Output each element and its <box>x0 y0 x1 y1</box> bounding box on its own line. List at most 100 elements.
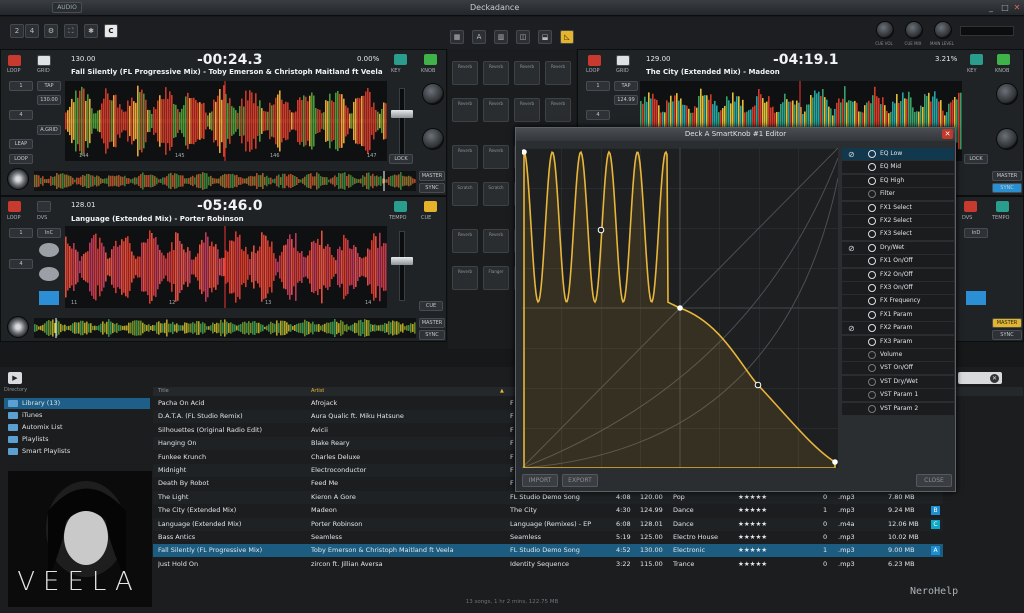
deck-b-smartknob-2[interactable] <box>996 128 1018 150</box>
table-row[interactable]: Just Hold On zircon ft. Jillian Aversa Ide… <box>153 558 943 571</box>
power-icon[interactable] <box>868 351 876 359</box>
power-icon[interactable] <box>868 337 876 346</box>
curve-point-1[interactable] <box>597 226 605 234</box>
deck-c-file-icon[interactable] <box>39 291 59 305</box>
deck-c-overview[interactable] <box>34 318 416 338</box>
link-icon[interactable]: ⊘ <box>848 324 855 333</box>
deck-c-master-button[interactable]: MASTER <box>419 318 445 328</box>
param-item[interactable]: VST On/Off <box>842 362 954 376</box>
fx-slot[interactable]: Reverb <box>545 61 571 85</box>
param-item[interactable]: FX2 Select <box>842 215 954 228</box>
center-tab-mixer-icon[interactable]: ⬓ <box>538 30 552 44</box>
deck-a-leap-button[interactable]: LEAP <box>9 139 33 149</box>
deck-count-4-button[interactable]: 4 <box>25 24 39 38</box>
clear-search-icon[interactable]: ✕ <box>990 374 999 383</box>
deck-a-bpm-field[interactable]: 130.00 <box>37 95 61 105</box>
col-artist[interactable]: Artist <box>311 388 324 394</box>
center-tab-grid-icon[interactable]: ▦ <box>450 30 464 44</box>
deck-b-loop-icon[interactable] <box>588 55 601 66</box>
table-row[interactable]: Fall Silently (FL Progressive Mix) Toby E… <box>153 544 943 558</box>
param-item[interactable]: FX1 On/Off <box>842 255 954 269</box>
power-icon[interactable] <box>868 176 876 185</box>
link-icon[interactable]: ⊘ <box>848 244 855 253</box>
power-icon[interactable] <box>868 391 876 400</box>
center-tab-columns-icon[interactable]: ▥ <box>494 30 508 44</box>
deck-b-bpm-field[interactable]: 124.99 <box>614 95 638 105</box>
close-window-button[interactable]: ✕ <box>1010 2 1024 13</box>
deck-a-loop-icon[interactable] <box>8 55 21 66</box>
deck-b-knob-icon[interactable] <box>997 54 1010 65</box>
main-level-knob[interactable] <box>934 21 952 39</box>
deck-b-master-button[interactable]: MASTER <box>992 171 1022 181</box>
curve-point-2[interactable] <box>677 305 683 311</box>
editor-titlebar[interactable]: Deck A SmartKnob #1 Editor ✕ <box>516 128 955 141</box>
deck-a-agrid-button[interactable]: A.GRID <box>37 125 61 135</box>
deck-a-overview[interactable] <box>34 171 416 191</box>
deck-b-key-icon[interactable] <box>970 54 983 65</box>
power-icon[interactable] <box>868 257 876 266</box>
fx-slot[interactable]: Reverb <box>483 98 509 122</box>
param-item[interactable]: FX1 Param <box>842 308 954 322</box>
deck-c-loop-size-1[interactable]: 1 <box>9 228 33 238</box>
deck-d-master-button[interactable]: MASTER <box>992 318 1022 328</box>
deck-c-loop-icon[interactable] <box>8 201 21 212</box>
sort-arrow-icon[interactable]: ▲ <box>500 388 504 394</box>
table-row[interactable]: The Light Kieron A Gore FL Studio Demo Son… <box>153 490 943 504</box>
directory-item[interactable]: iTunes <box>4 410 150 421</box>
directory-item[interactable]: Smart Playlists <box>4 446 150 457</box>
deck-a-loop-button[interactable]: LOOP <box>9 154 33 164</box>
power-icon[interactable] <box>868 324 876 333</box>
deck-c-vinyl-icon[interactable] <box>39 243 59 257</box>
audio-button[interactable]: AUDIO <box>52 2 82 13</box>
fullscreen-icon[interactable]: ⛶ <box>64 24 78 38</box>
deck-b-smartknob[interactable] <box>996 83 1018 105</box>
deck-a-platter[interactable] <box>7 168 29 190</box>
deck-b-loop-size-1[interactable]: 1 <box>586 81 610 91</box>
table-row[interactable]: Bass Antics Seamless Seamless 5:19 125.00 Ele… <box>153 531 943 544</box>
power-icon[interactable] <box>868 217 876 225</box>
curve-point-end[interactable] <box>832 459 838 465</box>
fx-slot[interactable]: Reverb <box>452 229 478 253</box>
deck-a-smartknob-2[interactable] <box>422 128 444 150</box>
editor-close-icon[interactable]: ✕ <box>942 129 953 139</box>
center-tab-a-icon[interactable]: A <box>472 30 486 44</box>
fx-slot[interactable]: Reverb <box>452 145 478 169</box>
deck-c-cd-icon[interactable] <box>39 267 59 281</box>
cue-mix-knob[interactable] <box>905 21 923 39</box>
deck-c-loop-size-4[interactable]: 4 <box>9 259 33 269</box>
directory-item[interactable]: Playlists <box>4 434 150 445</box>
deck-d-sync-button[interactable]: SYNC <box>992 330 1022 340</box>
power-icon[interactable] <box>868 270 876 279</box>
link-icon[interactable]: ⊘ <box>848 150 855 159</box>
power-icon[interactable] <box>868 163 876 172</box>
import-button[interactable]: IMPORT <box>522 474 558 487</box>
fx-slot[interactable]: Reverb <box>452 98 478 122</box>
param-item[interactable]: EQ Mid <box>842 161 954 175</box>
power-icon[interactable] <box>868 243 876 252</box>
deck-c-platter[interactable] <box>7 316 29 338</box>
center-tab-split-icon[interactable]: ◫ <box>516 30 530 44</box>
deck-a-knob-icon[interactable] <box>424 54 437 65</box>
fx-slot[interactable]: Reverb <box>514 61 540 85</box>
editor-close-button[interactable]: CLOSE <box>916 474 952 487</box>
curve-point-3[interactable] <box>754 381 762 389</box>
deck-a-sync-button[interactable]: SYNC <box>419 183 445 193</box>
col-title[interactable]: Title <box>158 388 169 394</box>
power-icon[interactable] <box>868 284 876 292</box>
deck-count-2-button[interactable]: 2 <box>10 24 24 38</box>
param-item[interactable]: Filter <box>842 188 954 202</box>
power-icon[interactable] <box>868 203 876 212</box>
fx-slot[interactable]: Reverb <box>483 61 509 85</box>
effects-icon[interactable]: ✱ <box>84 24 98 38</box>
table-row[interactable]: Language (Extended Mix) Porter Robinson La… <box>153 517 943 531</box>
param-item[interactable]: FX Frequency <box>842 295 954 309</box>
param-item[interactable]: ⊘ EQ Low <box>842 148 954 161</box>
param-item[interactable]: FX1 Select <box>842 201 954 215</box>
deck-a-master-button[interactable]: MASTER <box>419 171 445 181</box>
power-icon[interactable] <box>868 190 876 199</box>
directory-item[interactable]: Automix List <box>4 422 150 433</box>
deck-c-pitch-fader[interactable] <box>399 231 405 301</box>
deck-a-grid-icon[interactable] <box>37 55 51 66</box>
power-icon[interactable] <box>868 230 876 239</box>
param-item[interactable]: VST Param 1 <box>842 389 954 403</box>
